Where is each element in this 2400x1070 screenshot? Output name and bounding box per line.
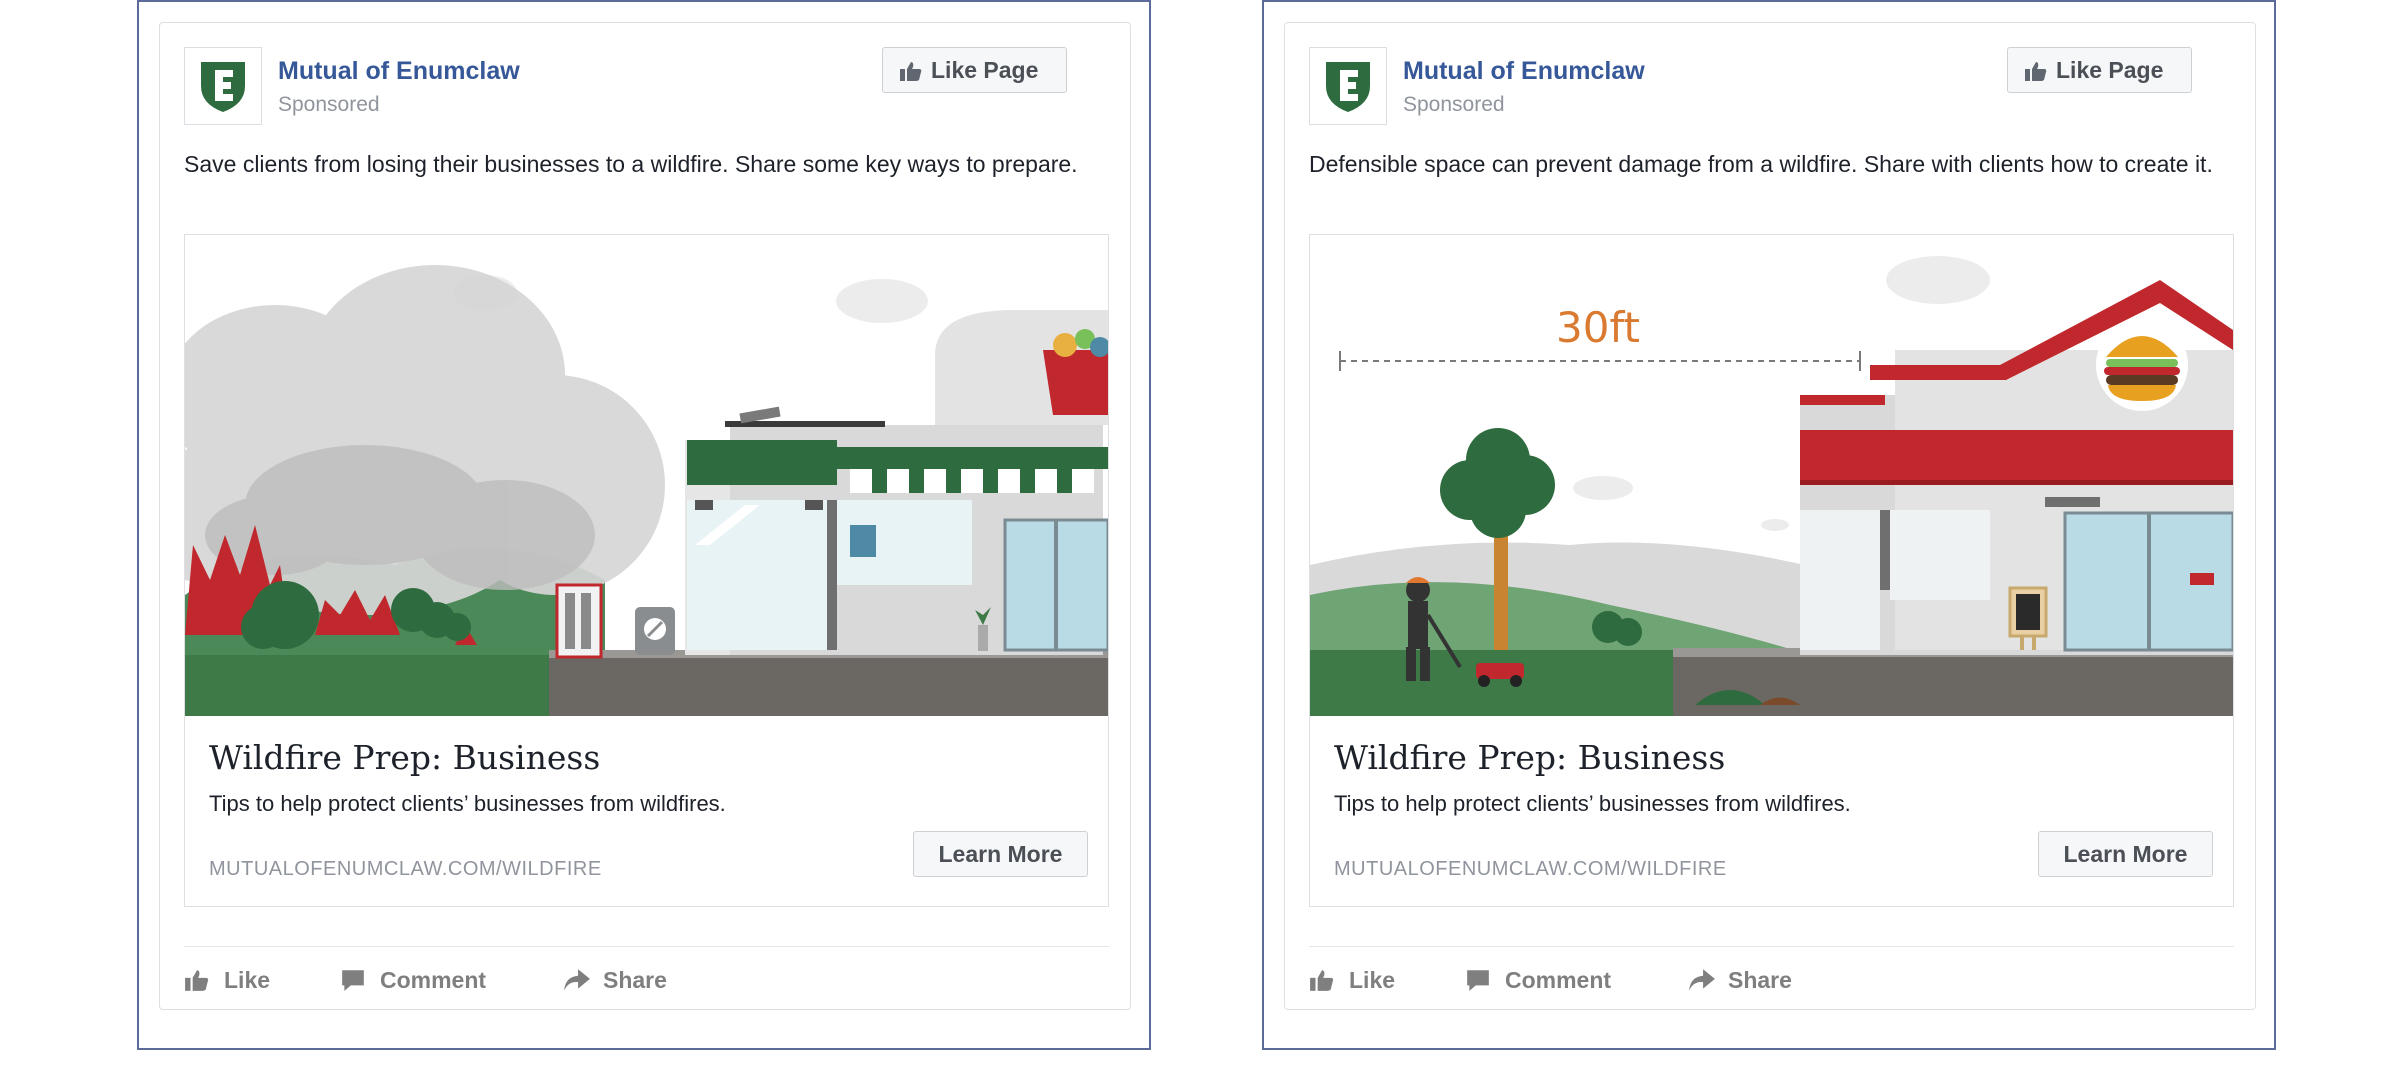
sponsored-post-card: Mutual of Enumclaw Sponsored Like Page D… (1284, 22, 2256, 1010)
share-arrow-icon (1689, 969, 1715, 991)
thumbs-up-icon (1310, 970, 1334, 991)
page-name-link[interactable]: Mutual of Enumclaw (1403, 57, 1645, 86)
shield-logo-icon (1326, 62, 1370, 112)
ad-description: Tips to help protect clients’ businesses… (209, 791, 726, 816)
share-label: Share (603, 967, 667, 993)
like-action[interactable]: Like (1309, 963, 1419, 999)
thumbs-up-icon (900, 62, 922, 81)
link-attachment[interactable]: Wildfire Prep: Business Tips to help pro… (184, 234, 1109, 907)
actions-divider (1309, 946, 2234, 947)
ad-headline[interactable]: Wildfire Prep: Business (209, 738, 600, 777)
comment-label: Comment (380, 967, 487, 993)
comment-action[interactable]: Comment (1465, 963, 1635, 999)
comment-action[interactable]: Comment (340, 963, 510, 999)
post-text: Save clients from losing their businesse… (184, 151, 1078, 177)
link-attachment[interactable]: 30ft Wildfire Prep: Business Tips to hel… (1309, 234, 2234, 907)
comment-label: Comment (1505, 967, 1612, 993)
comment-bubble-icon (1467, 970, 1489, 991)
like-page-button[interactable]: Like Page (2007, 47, 2192, 93)
ad-domain-link[interactable]: MUTUALOFENUMCLAW.COM/WILDFIRE (209, 858, 602, 881)
ad-headline[interactable]: Wildfire Prep: Business (1334, 738, 1725, 777)
ad-description: Tips to help protect clients’ businesses… (1334, 791, 1851, 816)
share-label: Share (1728, 967, 1792, 993)
page-avatar[interactable] (184, 47, 262, 125)
like-label: Like (224, 967, 271, 993)
actions-divider (184, 946, 1109, 947)
learn-more-button[interactable]: Learn More (2038, 831, 2213, 877)
sponsored-label: Sponsored (278, 93, 380, 116)
comment-bubble-icon (342, 970, 364, 991)
ad-preview-frame: Mutual of Enumclaw Sponsored Like Page S… (137, 0, 1151, 1050)
distance-label: 30ft (1556, 303, 1640, 352)
shield-logo-icon (201, 62, 245, 112)
like-page-label: Like Page (931, 57, 1039, 83)
thumbs-up-icon (2025, 62, 2047, 81)
sponsored-post-card: Mutual of Enumclaw Sponsored Like Page S… (159, 22, 1131, 1010)
share-arrow-icon (564, 969, 590, 991)
like-label: Like (1349, 967, 1396, 993)
ad-preview-frame: Mutual of Enumclaw Sponsored Like Page D… (1262, 0, 2276, 1050)
share-action[interactable]: Share (1688, 963, 1818, 999)
ad-domain-link[interactable]: MUTUALOFENUMCLAW.COM/WILDFIRE (1334, 858, 1727, 881)
post-text: Defensible space can prevent damage from… (1309, 151, 2213, 177)
share-action[interactable]: Share (563, 963, 693, 999)
page-name-link[interactable]: Mutual of Enumclaw (278, 57, 520, 86)
page-avatar[interactable] (1309, 47, 1387, 125)
thumbs-up-icon (185, 970, 209, 991)
like-page-button[interactable]: Like Page (882, 47, 1067, 93)
learn-more-button[interactable]: Learn More (913, 831, 1088, 877)
like-page-label: Like Page (2056, 57, 2164, 83)
wildfire-smoke-grocery-store-illustration[interactable] (185, 235, 1108, 716)
sponsored-label: Sponsored (1403, 93, 1505, 116)
like-action[interactable]: Like (184, 963, 294, 999)
defensible-space-burger-restaurant-illustration[interactable]: 30ft (1310, 235, 2233, 716)
